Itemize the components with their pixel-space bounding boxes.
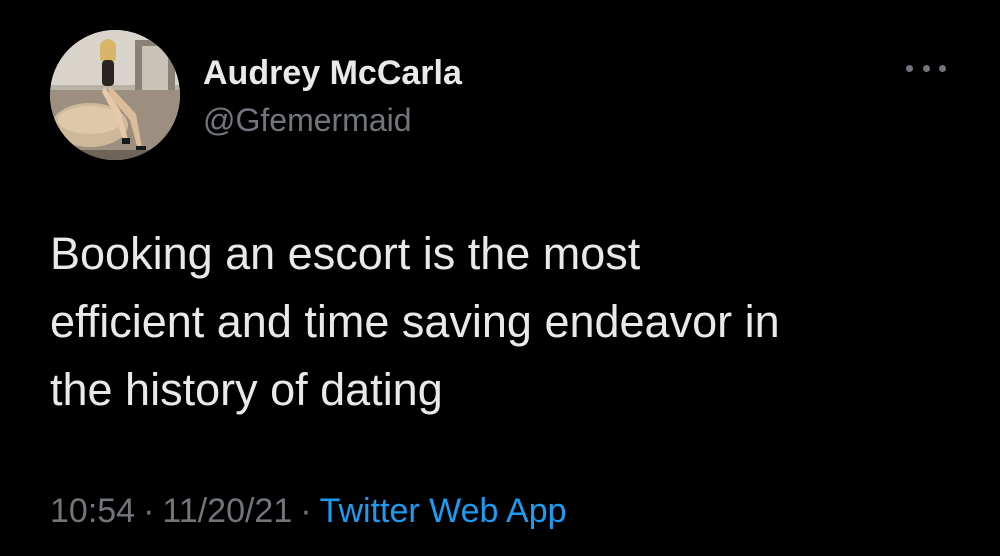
tweet-source-link[interactable]: Twitter Web App [320, 492, 567, 530]
dot [906, 64, 913, 72]
dot [939, 64, 946, 72]
avatar[interactable] [50, 30, 180, 160]
separator: · [300, 492, 312, 530]
profile-photo-icon [50, 30, 180, 160]
tweet-text-line: Booking an escort is the most [50, 228, 641, 279]
tweet-time[interactable]: 10:54 [50, 492, 135, 530]
tweet-text-line: efficient and time saving endeavor in [50, 296, 780, 347]
tweet-meta: 10:54 · 11/20/21 · Twitter Web App [50, 492, 567, 531]
tweet-card: Audrey McCarla @Gfemermaid Booking an es… [0, 0, 1000, 556]
tweet-text: Booking an escort is the most efficient … [50, 220, 950, 424]
author-name[interactable]: Audrey McCarla [203, 54, 462, 93]
more-horizontal-icon[interactable] [906, 56, 946, 80]
dot [922, 64, 930, 72]
tweet-text-line: the history of dating [50, 364, 443, 415]
author-handle[interactable]: @Gfemermaid [203, 102, 412, 139]
separator: · [143, 492, 155, 530]
tweet-date[interactable]: 11/20/21 [162, 492, 292, 530]
